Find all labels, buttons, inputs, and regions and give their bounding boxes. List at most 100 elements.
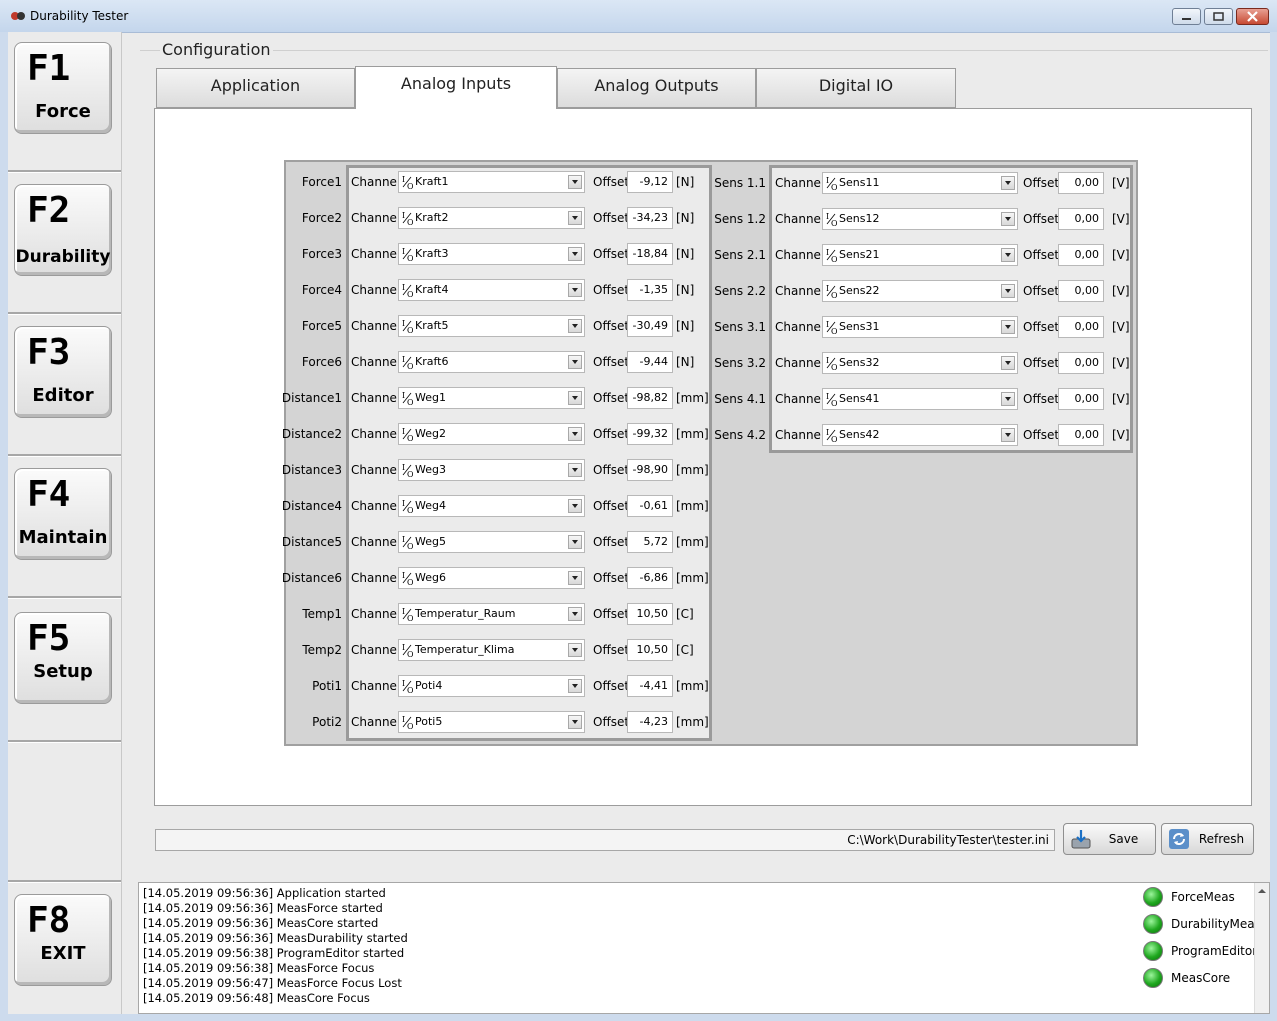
minimize-button[interactable] bbox=[1172, 8, 1201, 25]
chevron-down-icon[interactable] bbox=[568, 535, 582, 549]
offset-input[interactable]: 0,00 bbox=[1058, 172, 1104, 194]
channel-name-label: Sens 1.1 bbox=[714, 176, 766, 190]
io-channel-icon: IO bbox=[401, 606, 414, 623]
tab-digital-io[interactable]: Digital IO bbox=[756, 68, 956, 108]
offset-input[interactable]: 0,00 bbox=[1058, 244, 1104, 266]
channel-select[interactable]: I O Temperatur_Raum bbox=[398, 603, 585, 625]
offset-input[interactable]: 0,00 bbox=[1058, 352, 1104, 374]
chevron-down-icon[interactable] bbox=[568, 643, 582, 657]
channel-select-value: Sens11 bbox=[839, 176, 880, 189]
offset-label: Offset bbox=[1023, 356, 1060, 370]
offset-input[interactable]: -0,61 bbox=[627, 495, 673, 517]
chevron-down-icon[interactable] bbox=[1001, 284, 1015, 298]
channel-select[interactable]: I O Sens42 bbox=[822, 424, 1018, 446]
svg-text:I: I bbox=[826, 356, 829, 365]
channel-select[interactable]: I O Weg3 bbox=[398, 459, 585, 481]
f8-key-number: F8 bbox=[27, 900, 71, 941]
channel-label: Channel bbox=[351, 607, 401, 621]
offset-input[interactable]: 0,00 bbox=[1058, 316, 1104, 338]
offset-input[interactable]: 10,50 bbox=[627, 639, 673, 661]
offset-input[interactable]: -98,90 bbox=[627, 459, 673, 481]
f8-exit-button[interactable]: F8 EXIT bbox=[14, 894, 112, 986]
close-button[interactable] bbox=[1236, 8, 1269, 25]
unit-label: [C] bbox=[676, 607, 694, 621]
chevron-down-icon[interactable] bbox=[568, 679, 582, 693]
status-led-label: DurabilityMeas bbox=[1171, 917, 1261, 931]
channel-select-value: Sens31 bbox=[839, 320, 880, 333]
status-led-icon bbox=[1143, 887, 1163, 907]
refresh-button[interactable]: Refresh bbox=[1161, 823, 1254, 855]
tab-analog-inputs[interactable]: Analog Inputs bbox=[355, 66, 557, 109]
tab-application[interactable]: Application bbox=[156, 68, 355, 108]
channel-name-label: Distance3 bbox=[281, 463, 342, 477]
log-panel[interactable]: [14.05.2019 09:56:36] Application starte… bbox=[138, 882, 1270, 1014]
chevron-down-icon[interactable] bbox=[1001, 212, 1015, 226]
channel-select[interactable]: I O Weg5 bbox=[398, 531, 585, 553]
channel-select[interactable]: I O Weg4 bbox=[398, 495, 585, 517]
channel-row: Sens 3.2 Channel I O Sens32 Offset 0,00 [V] bbox=[0, 347, 1277, 383]
offset-input[interactable]: 5,72 bbox=[627, 531, 673, 553]
f1-force-button[interactable]: F1 Force bbox=[14, 42, 112, 134]
channel-name-label: Distance5 bbox=[281, 535, 342, 549]
offset-input[interactable]: -4,41 bbox=[627, 675, 673, 697]
chevron-down-icon[interactable] bbox=[1001, 392, 1015, 406]
log-scrollbar[interactable] bbox=[1254, 883, 1269, 1013]
chevron-down-icon[interactable] bbox=[1001, 176, 1015, 190]
channel-name-label: Sens 3.2 bbox=[714, 356, 766, 370]
refresh-icon bbox=[1169, 829, 1189, 849]
offset-input[interactable]: 0,00 bbox=[1058, 424, 1104, 446]
channel-row: Sens 1.2 Channel I O Sens12 Offset 0,00 [V] bbox=[0, 203, 1277, 239]
channel-name-label: Sens 1.2 bbox=[714, 212, 766, 226]
config-group-title: Configuration bbox=[160, 40, 273, 59]
scroll-up-icon bbox=[1258, 889, 1266, 893]
channel-select-value: Temperatur_Klima bbox=[415, 643, 515, 656]
chevron-down-icon[interactable] bbox=[1001, 356, 1015, 370]
offset-input[interactable]: 0,00 bbox=[1058, 280, 1104, 302]
chevron-down-icon[interactable] bbox=[568, 499, 582, 513]
chevron-down-icon[interactable] bbox=[568, 715, 582, 729]
io-channel-icon: IO bbox=[825, 247, 838, 264]
chevron-down-icon[interactable] bbox=[1001, 428, 1015, 442]
unit-label: [mm] bbox=[676, 571, 709, 585]
channel-select[interactable]: I O Sens32 bbox=[822, 352, 1018, 374]
channel-select[interactable]: I O Poti5 bbox=[398, 711, 585, 733]
log-line: [14.05.2019 09:56:36] MeasCore started bbox=[143, 916, 379, 930]
chevron-down-icon[interactable] bbox=[568, 463, 582, 477]
channel-select-value: Weg3 bbox=[415, 463, 446, 476]
title-bar bbox=[0, 0, 1277, 33]
channel-select-value: Sens12 bbox=[839, 212, 880, 225]
channel-select-value: Poti4 bbox=[415, 679, 443, 692]
channel-select[interactable]: I O Sens31 bbox=[822, 316, 1018, 338]
save-button[interactable]: Save bbox=[1063, 823, 1156, 855]
channel-name-label: Sens 4.1 bbox=[714, 392, 766, 406]
unit-label: [C] bbox=[676, 643, 694, 657]
chevron-down-icon[interactable] bbox=[568, 607, 582, 621]
channel-select[interactable]: I O Sens11 bbox=[822, 172, 1018, 194]
svg-text:I: I bbox=[826, 284, 829, 293]
offset-input[interactable]: 0,00 bbox=[1058, 208, 1104, 230]
offset-input[interactable]: 0,00 bbox=[1058, 388, 1104, 410]
chevron-down-icon[interactable] bbox=[568, 571, 582, 585]
channel-name-label: Sens 3.1 bbox=[714, 320, 766, 334]
chevron-down-icon[interactable] bbox=[1001, 248, 1015, 262]
offset-input[interactable]: 10,50 bbox=[627, 603, 673, 625]
svg-text:I: I bbox=[402, 715, 405, 724]
offset-input[interactable]: -4,23 bbox=[627, 711, 673, 733]
chevron-down-icon[interactable] bbox=[1001, 320, 1015, 334]
channel-row: Poti1 Channel I O Poti4 Offset -4,41 [mm] bbox=[0, 670, 1277, 706]
channel-select[interactable]: I O Sens12 bbox=[822, 208, 1018, 230]
channel-select[interactable]: I O Weg6 bbox=[398, 567, 585, 589]
channel-select[interactable]: I O Sens41 bbox=[822, 388, 1018, 410]
io-channel-icon: IO bbox=[825, 211, 838, 228]
channel-select[interactable]: I O Sens21 bbox=[822, 244, 1018, 266]
channel-select[interactable]: I O Sens22 bbox=[822, 280, 1018, 302]
io-channel-icon: IO bbox=[401, 462, 414, 479]
restore-button[interactable] bbox=[1204, 8, 1233, 25]
svg-text:O: O bbox=[407, 614, 413, 622]
offset-input[interactable]: -6,86 bbox=[627, 567, 673, 589]
status-led-label: MeasCore bbox=[1171, 971, 1231, 985]
channel-select[interactable]: I O Temperatur_Klima bbox=[398, 639, 585, 661]
tab-analog-outputs[interactable]: Analog Outputs bbox=[557, 68, 756, 108]
channel-select[interactable]: I O Poti4 bbox=[398, 675, 585, 697]
channel-row: Sens 4.1 Channel I O Sens41 Offset 0,00 [V] bbox=[0, 383, 1277, 419]
